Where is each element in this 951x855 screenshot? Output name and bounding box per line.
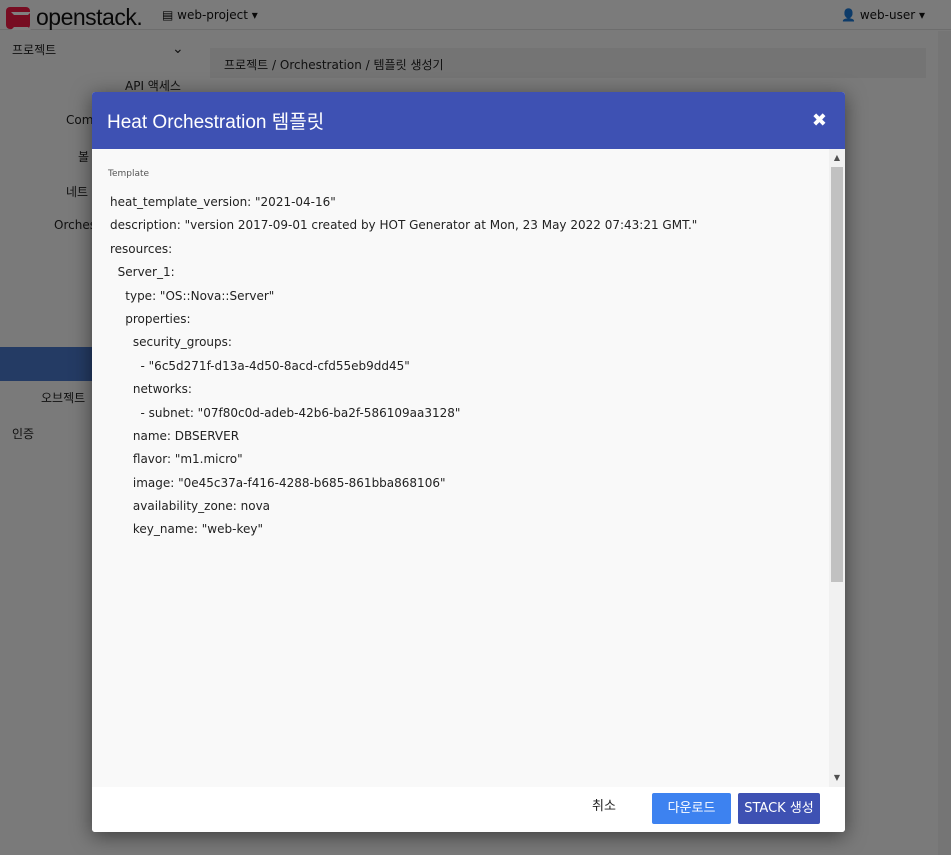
code-line: properties:	[110, 311, 191, 326]
template-label: Template	[108, 169, 150, 179]
code-line: - "6c5d271f-d13a-4d50-8acd-cfd55eb9dd45"	[110, 358, 410, 373]
modal-body: Template heat_template_version: "2021-04…	[92, 149, 845, 787]
template-code[interactable]: heat_template_version: "2021-04-16" descr…	[110, 191, 820, 542]
chevron-down-icon[interactable]: ⌄	[172, 41, 184, 57]
modal-footer: 취소 다운로드 STACK 생성	[92, 787, 845, 832]
code-line: key_name: "web-key"	[110, 522, 263, 537]
code-line: security_groups:	[110, 335, 232, 350]
create-stack-button[interactable]: STACK 생성	[738, 793, 820, 824]
breadcrumb-item-project[interactable]: 프로젝트	[224, 58, 268, 72]
openstack-logo-icon	[6, 6, 31, 30]
modal-title: Heat Orchestration 템플릿	[107, 112, 325, 133]
scrollbar-thumb[interactable]	[831, 167, 843, 582]
sidebar-item-network[interactable]: 네트	[66, 183, 88, 200]
code-line: - subnet: "07f80c0d-adeb-42b6-ba2f-58610…	[110, 405, 461, 420]
code-line: availability_zone: nova	[110, 499, 271, 514]
close-icon[interactable]: ✖	[812, 110, 827, 131]
modal-header: Heat Orchestration 템플릿 ✖	[92, 92, 845, 149]
template-scrollbar[interactable]: ▲ ▼	[829, 149, 845, 787]
openstack-logo[interactable]: openstack.	[6, 4, 143, 31]
sidebar-item-project[interactable]: 프로젝트	[12, 41, 56, 58]
top-navbar: openstack. ▤ web-project ▾ 👤 web-user ▾	[0, 0, 951, 30]
breadcrumb: 프로젝트 / Orchestration / 템플릿 생성기	[210, 48, 926, 78]
code-line: type: "OS::Nova::Server"	[110, 288, 275, 303]
cancel-button[interactable]: 취소	[584, 793, 624, 821]
scroll-down-icon[interactable]: ▼	[829, 771, 845, 785]
breadcrumb-item-orchestration[interactable]: Orchestration	[280, 58, 362, 72]
breadcrumb-separator: /	[272, 58, 277, 72]
code-line: image: "0e45c37a-f416-4288-b685-861bba86…	[110, 475, 446, 490]
code-line: Server_1:	[110, 265, 175, 280]
code-line: description: "version 2017-09-01 created…	[110, 218, 698, 233]
breadcrumb-item-template-generator: 템플릿 생성기	[373, 58, 444, 72]
page-scrollbar[interactable]	[938, 31, 951, 855]
sidebar-item-object-store[interactable]: 오브젝트	[41, 389, 85, 406]
logo-text: openstack.	[36, 4, 143, 30]
user-menu[interactable]: 👤 web-user ▾	[841, 8, 925, 22]
code-line: networks:	[110, 382, 192, 397]
sidebar-item-volume[interactable]: 볼	[78, 148, 89, 165]
code-line: flavor: "m1.micro"	[110, 452, 243, 467]
sidebar-item-identity[interactable]: 인증	[12, 425, 34, 442]
code-line: heat_template_version: "2021-04-16"	[110, 195, 336, 209]
sidebar-item-orchestration[interactable]: Orches	[54, 218, 96, 232]
project-selector[interactable]: ▤ web-project ▾	[162, 8, 258, 22]
download-button[interactable]: 다운로드	[652, 793, 731, 824]
template-modal: Heat Orchestration 템플릿 ✖ Template heat_t…	[92, 92, 845, 832]
code-line: resources:	[110, 241, 173, 256]
code-line: name: DBSERVER	[110, 428, 240, 443]
scroll-up-icon[interactable]: ▲	[829, 151, 845, 165]
breadcrumb-separator: /	[365, 58, 370, 72]
